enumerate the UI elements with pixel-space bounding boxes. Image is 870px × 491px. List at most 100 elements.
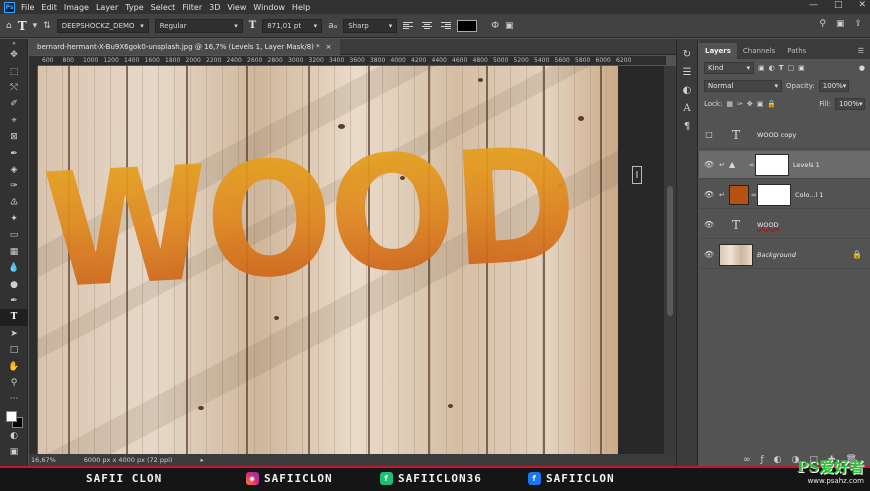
fill-input[interactable]: 100% ▾ xyxy=(835,98,865,110)
tab-layers[interactable]: Layers xyxy=(699,43,737,59)
text-orientation-icon[interactable]: ⇅ xyxy=(43,21,51,31)
filter-kind-select[interactable]: Kind ▾ xyxy=(704,62,754,74)
menu-3d[interactable]: 3D xyxy=(209,3,220,12)
lock-artboard-icon[interactable]: ▣ xyxy=(757,100,764,108)
add-mask-icon[interactable]: ◐ xyxy=(774,455,782,465)
path-selection-tool-icon[interactable]: ➤ xyxy=(0,326,28,342)
lock-image-icon[interactable]: ✑ xyxy=(737,100,743,108)
layer-row[interactable]: □ T WOOD copy xyxy=(699,121,870,149)
ruler-horizontal[interactable]: 600 800 1000 1200 1400 1600 1800 2000 2200 2400 26… xyxy=(38,56,666,66)
eyedropper-tool-icon[interactable]: ✒ xyxy=(0,145,28,161)
menu-layer[interactable]: Layer xyxy=(96,3,118,12)
pen-tool-icon[interactable]: ✒ xyxy=(0,293,28,309)
type-tool-icon[interactable]: T xyxy=(0,309,28,326)
chevron-down-icon[interactable]: ▾ xyxy=(33,21,38,31)
properties-panel-icon[interactable]: ☰ xyxy=(683,67,692,78)
menu-window[interactable]: Window xyxy=(253,3,285,12)
color-swatches[interactable] xyxy=(4,410,24,428)
layer-row[interactable]: 👁 Background 🔒 xyxy=(699,241,870,269)
menu-edit[interactable]: Edit xyxy=(41,3,57,12)
warp-text-icon[interactable]: Ф xyxy=(491,21,499,31)
eye-icon[interactable]: 👁 xyxy=(699,160,719,169)
adjustments-panel-icon[interactable]: ◐ xyxy=(683,85,692,96)
ruler-vertical[interactable] xyxy=(29,66,38,454)
menu-select[interactable]: Select xyxy=(151,3,176,12)
maximize-icon[interactable]: □ xyxy=(834,0,843,10)
layer-name[interactable]: Levels 1 xyxy=(793,161,820,169)
history-panel-icon[interactable]: ↻ xyxy=(683,49,691,60)
quick-select-tool-icon[interactable]: ✐ xyxy=(0,96,28,112)
zoom-level[interactable]: 16,67% xyxy=(31,456,56,464)
character-panel-icon[interactable]: ▣ xyxy=(505,21,514,31)
align-left-icon[interactable] xyxy=(403,20,415,32)
quick-mask-icon[interactable]: ◐ xyxy=(0,428,28,444)
brush-tool-icon[interactable]: ✑ xyxy=(0,178,28,194)
close-window-icon[interactable]: ✕ xyxy=(858,0,866,10)
opacity-input[interactable]: 100% ▾ xyxy=(818,80,849,92)
lock-transparent-icon[interactable]: ▦ xyxy=(726,100,733,108)
background-thumbnail[interactable] xyxy=(719,243,753,266)
tab-channels[interactable]: Channels xyxy=(737,43,781,59)
canvas-area[interactable]: WOOD xyxy=(38,66,666,454)
eraser-tool-icon[interactable]: ▭ xyxy=(0,227,28,243)
type-tool-preset-icon[interactable]: T xyxy=(18,19,27,33)
paragraph-panel-icon[interactable]: ¶ xyxy=(684,121,690,132)
filter-toggle-icon[interactable]: ● xyxy=(859,64,865,72)
collapse-tools-icon[interactable]: » xyxy=(0,39,28,47)
lasso-tool-icon[interactable]: ⤲ xyxy=(0,80,28,96)
layer-mask-thumbnail[interactable] xyxy=(755,153,789,176)
history-brush-tool-icon[interactable]: ✦ xyxy=(0,211,28,227)
minimize-icon[interactable]: — xyxy=(809,0,818,10)
vertical-scrollbar[interactable] xyxy=(664,66,676,454)
menu-file[interactable]: File xyxy=(21,3,34,12)
filter-smart-object-icon[interactable]: ▣ xyxy=(798,64,805,72)
link-layers-icon[interactable]: ∞ xyxy=(743,455,751,465)
visibility-toggle-empty[interactable]: □ xyxy=(699,130,719,139)
filter-pixel-icon[interactable]: ▣ xyxy=(758,64,765,72)
font-style-select[interactable]: Regular ▾ xyxy=(154,18,243,33)
menu-help[interactable]: Help xyxy=(292,3,310,12)
menu-filter[interactable]: Filter xyxy=(182,3,202,12)
filter-adjustment-icon[interactable]: ◐ xyxy=(769,64,775,72)
layer-name[interactable]: Background xyxy=(757,251,796,259)
hand-tool-icon[interactable]: ✋ xyxy=(0,358,28,374)
antialias-select[interactable]: Sharp ▾ xyxy=(343,18,398,33)
rectangle-tool-icon[interactable]: □ xyxy=(0,342,28,358)
layer-row[interactable]: 👁 T WOOD xyxy=(699,211,870,239)
zoom-tool-icon[interactable]: ⚲ xyxy=(0,375,28,391)
scrollbar-thumb[interactable] xyxy=(667,186,673,316)
text-color-swatch[interactable] xyxy=(457,19,478,32)
tab-paths[interactable]: Paths xyxy=(781,43,812,59)
workspace-icon[interactable]: ▣ xyxy=(836,19,845,29)
menu-type[interactable]: Type xyxy=(125,3,143,12)
share-icon[interactable]: ⇪ xyxy=(854,19,862,29)
home-icon[interactable]: ⌂ xyxy=(6,21,12,31)
layer-name[interactable]: WOOD xyxy=(757,221,779,229)
lock-all-icon[interactable]: 🔒 xyxy=(767,100,776,108)
color-fill-thumbnail[interactable] xyxy=(729,184,749,205)
layer-name[interactable]: WOOD copy xyxy=(757,131,796,139)
document-info[interactable]: 6000 px x 4000 px (72 ppi) xyxy=(84,456,173,464)
filter-type-icon[interactable]: T xyxy=(779,64,784,72)
eye-icon[interactable]: 👁 xyxy=(699,220,719,229)
screen-mode-icon[interactable]: ▣ xyxy=(0,444,28,460)
layer-row[interactable]: 👁 ↵ ▲ ∞ Levels 1 xyxy=(699,151,870,179)
menu-image[interactable]: Image xyxy=(64,3,89,12)
character-panel-icon[interactable]: A xyxy=(683,103,690,114)
layer-name[interactable]: Colo...l 1 xyxy=(795,191,823,199)
layer-mask-thumbnail[interactable] xyxy=(757,183,791,206)
ruler-origin[interactable] xyxy=(29,56,38,66)
panel-menu-icon[interactable]: ☰ xyxy=(852,43,870,59)
foreground-color-swatch[interactable] xyxy=(5,410,17,422)
search-icon[interactable]: ⚲ xyxy=(819,19,826,29)
gradient-tool-icon[interactable]: ▦ xyxy=(0,244,28,260)
crop-tool-icon[interactable]: ⌖ xyxy=(0,113,28,129)
align-center-icon[interactable] xyxy=(421,20,433,32)
align-right-icon[interactable] xyxy=(439,20,452,32)
font-family-select[interactable]: DEEPSHOCKZ_DEMO ▾ xyxy=(56,18,149,33)
close-tab-icon[interactable]: × xyxy=(326,43,332,51)
frame-tool-icon[interactable]: ⊠ xyxy=(0,129,28,145)
filter-shape-icon[interactable]: □ xyxy=(788,64,795,72)
blur-tool-icon[interactable]: 💧 xyxy=(0,260,28,276)
eye-icon[interactable]: 👁 xyxy=(699,250,719,259)
